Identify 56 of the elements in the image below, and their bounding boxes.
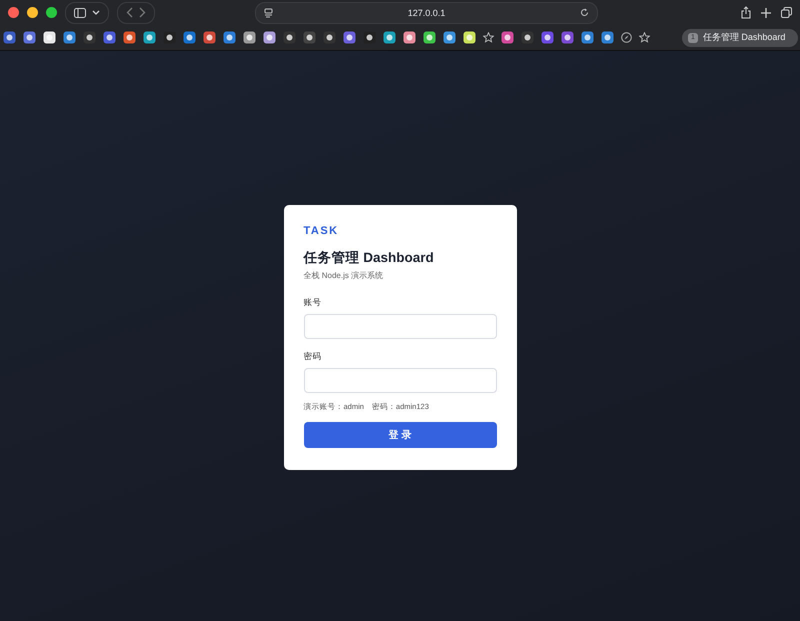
compass-icon[interactable] <box>621 32 632 43</box>
bookmark-icon[interactable] <box>581 31 594 44</box>
bookmark-icon[interactable] <box>3 31 16 44</box>
bookmark-icon[interactable] <box>601 31 614 44</box>
bookmark-icon[interactable] <box>323 31 336 44</box>
bookmark-icon[interactable] <box>243 31 256 44</box>
bookmark-icon[interactable] <box>283 31 296 44</box>
field-label: 账号 <box>304 296 322 308</box>
bookmark-icon[interactable] <box>183 31 196 44</box>
field-label: 密码 <box>304 350 322 362</box>
share-icon[interactable] <box>741 6 751 19</box>
bookmark-icon[interactable] <box>383 31 396 44</box>
login-button[interactable]: 登 录 <box>304 422 496 448</box>
address-bar[interactable]: 127.0.0.1 <box>255 2 598 24</box>
bookmark-icon[interactable] <box>103 31 116 44</box>
bookmark-icon[interactable] <box>541 31 554 44</box>
bookmark-icon[interactable] <box>403 31 416 44</box>
star-icon[interactable] <box>639 32 650 43</box>
bookmark-icon[interactable] <box>63 31 76 44</box>
bookmark-icon[interactable] <box>163 31 176 44</box>
bookmark-icon[interactable] <box>203 31 216 44</box>
bookmark-icon[interactable] <box>263 31 276 44</box>
forward-icon[interactable] <box>139 7 146 18</box>
bookmark-icon[interactable] <box>423 31 436 44</box>
bookmark-icon[interactable] <box>561 31 574 44</box>
bookmark-icon[interactable] <box>43 31 56 44</box>
bookmark-icon[interactable] <box>363 31 376 44</box>
chevron-down-icon[interactable] <box>92 10 100 16</box>
reload-icon[interactable] <box>580 8 589 17</box>
address-text: 127.0.0.1 <box>406 8 446 18</box>
bookmark-icon[interactable] <box>343 31 356 44</box>
bookmark-icon[interactable] <box>443 31 456 44</box>
brand-logo: TASK <box>304 224 340 236</box>
bookmark-icon[interactable] <box>223 31 236 44</box>
card-subtitle: 全栈 Node.js 演示系统 <box>304 270 384 280</box>
new-tab-icon[interactable] <box>761 8 771 18</box>
close-window-button[interactable] <box>8 7 19 18</box>
bookmark-icon[interactable] <box>123 31 136 44</box>
star-icon[interactable] <box>483 32 494 43</box>
card-title: 任务管理 Dashboard <box>304 248 435 266</box>
zoom-window-button[interactable] <box>46 7 57 18</box>
bookmark-icon[interactable] <box>303 31 316 44</box>
tab-title: 任务管理 Dashboard <box>702 31 786 44</box>
sidebar-icon[interactable] <box>74 8 86 18</box>
back-icon[interactable] <box>126 7 133 18</box>
input-field[interactable] <box>304 368 496 392</box>
page-menu-icon[interactable] <box>264 8 273 18</box>
minimize-window-button[interactable] <box>27 7 38 18</box>
input-field[interactable] <box>304 314 496 338</box>
bookmark-icon[interactable] <box>463 31 476 44</box>
tab-overview-icon[interactable] <box>781 7 792 18</box>
bookmark-icon[interactable] <box>143 31 156 44</box>
bookmark-icon[interactable] <box>83 31 96 44</box>
bookmark-icon[interactable] <box>501 31 514 44</box>
bookmark-icon[interactable] <box>521 31 534 44</box>
bookmark-icon[interactable] <box>23 31 36 44</box>
